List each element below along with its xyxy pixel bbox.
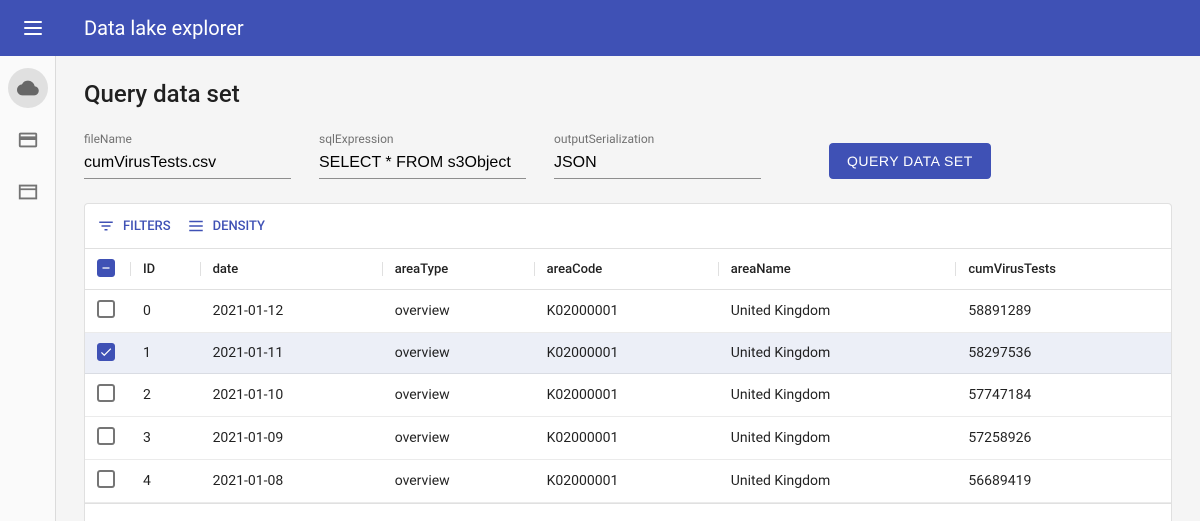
app-title: Data lake explorer [84,16,244,40]
cell-areatype: overview [383,374,535,417]
col-areatype[interactable]: areaType [383,249,535,290]
results-table: ID date areaType areaCode areaName cumVi… [85,248,1171,503]
data-grid: FILTERS DENSITY ID d [84,203,1172,521]
table-row[interactable]: 32021-01-09overviewK02000001United Kingd… [85,417,1171,460]
row-checkbox-cell [85,417,131,460]
cell-id: 4 [131,460,201,503]
panel-icon [17,181,39,203]
select-all-checkbox[interactable] [97,259,115,277]
table-row[interactable]: 22021-01-10overviewK02000001United Kingd… [85,374,1171,417]
cell-areaname: United Kingdom [719,333,957,374]
cell-date: 2021-01-09 [201,417,383,460]
grid-toolbar: FILTERS DENSITY [85,204,1171,248]
outputserialization-input[interactable] [554,148,761,179]
table-row[interactable]: 02021-01-12overviewK02000001United Kingd… [85,290,1171,333]
cloud-icon [17,77,39,99]
row-checkbox-cell [85,374,131,417]
cell-areatype: overview [383,460,535,503]
cell-id: 1 [131,333,201,374]
row-checkbox-cell [85,333,131,374]
cell-areaname: United Kingdom [719,417,957,460]
page-title: Query data set [84,80,1172,108]
app-bar: Data lake explorer [0,0,1200,56]
row-checkbox-cell [85,460,131,503]
cell-areatype: overview [383,417,535,460]
cell-id: 2 [131,374,201,417]
check-icon [99,345,113,359]
sqlexpression-label: sqlExpression [319,132,526,146]
density-button[interactable]: DENSITY [187,217,265,235]
card-icon [17,129,39,151]
cell-areaname: United Kingdom [719,460,957,503]
density-icon [187,217,205,235]
main-content: Query data set fileName sqlExpression ou… [56,56,1200,521]
query-controls: fileName sqlExpression outputSerializati… [84,132,1172,179]
cell-cumvirustests: 57258926 [956,417,1171,460]
sidebar-item-card[interactable] [8,120,48,160]
table-row[interactable]: 12021-01-11overviewK02000001United Kingd… [85,333,1171,374]
col-cumvirustests[interactable]: cumVirusTests [956,249,1171,290]
menu-icon[interactable] [24,16,48,40]
side-rail [0,56,56,521]
cell-areatype: overview [383,333,535,374]
cell-cumvirustests: 58891289 [956,290,1171,333]
cell-areacode: K02000001 [535,374,719,417]
cell-date: 2021-01-12 [201,290,383,333]
cell-date: 2021-01-08 [201,460,383,503]
outputserialization-label: outputSerialization [554,132,761,146]
cell-areaname: United Kingdom [719,374,957,417]
header-checkbox-cell [85,249,131,290]
cell-areacode: K02000001 [535,417,719,460]
field-filename: fileName [84,132,291,179]
cell-cumvirustests: 58297536 [956,333,1171,374]
density-label: DENSITY [213,219,265,234]
cell-areacode: K02000001 [535,333,719,374]
indeterminate-icon [99,261,113,275]
col-areacode[interactable]: areaCode [535,249,719,290]
row-checkbox[interactable] [97,343,115,361]
cell-areacode: K02000001 [535,290,719,333]
sidebar-item-panel[interactable] [8,172,48,212]
cell-cumvirustests: 57747184 [956,374,1171,417]
cell-date: 2021-01-11 [201,333,383,374]
col-date[interactable]: date [201,249,383,290]
row-checkbox[interactable] [97,300,115,318]
cell-areatype: overview [383,290,535,333]
grid-footer: 1 row selected 1-5 of 268 [85,503,1171,521]
filters-button[interactable]: FILTERS [97,217,171,235]
row-checkbox[interactable] [97,427,115,445]
table-row[interactable]: 42021-01-08overviewK02000001United Kingd… [85,460,1171,503]
cell-areaname: United Kingdom [719,290,957,333]
cell-id: 3 [131,417,201,460]
cell-areacode: K02000001 [535,460,719,503]
query-button[interactable]: QUERY DATA SET [829,143,991,179]
filter-icon [97,217,115,235]
col-areaname[interactable]: areaName [719,249,957,290]
cell-cumvirustests: 56689419 [956,460,1171,503]
table-header-row: ID date areaType areaCode areaName cumVi… [85,249,1171,290]
cell-date: 2021-01-10 [201,374,383,417]
field-sqlexpression: sqlExpression [319,132,526,179]
row-checkbox[interactable] [97,470,115,488]
filename-input[interactable] [84,148,291,179]
cell-id: 0 [131,290,201,333]
filename-label: fileName [84,132,291,146]
col-id[interactable]: ID [131,249,201,290]
sidebar-item-cloud[interactable] [8,68,48,108]
row-checkbox-cell [85,290,131,333]
field-outputserialization: outputSerialization [554,132,761,179]
sqlexpression-input[interactable] [319,148,526,179]
row-checkbox[interactable] [97,384,115,402]
filters-label: FILTERS [123,219,171,234]
